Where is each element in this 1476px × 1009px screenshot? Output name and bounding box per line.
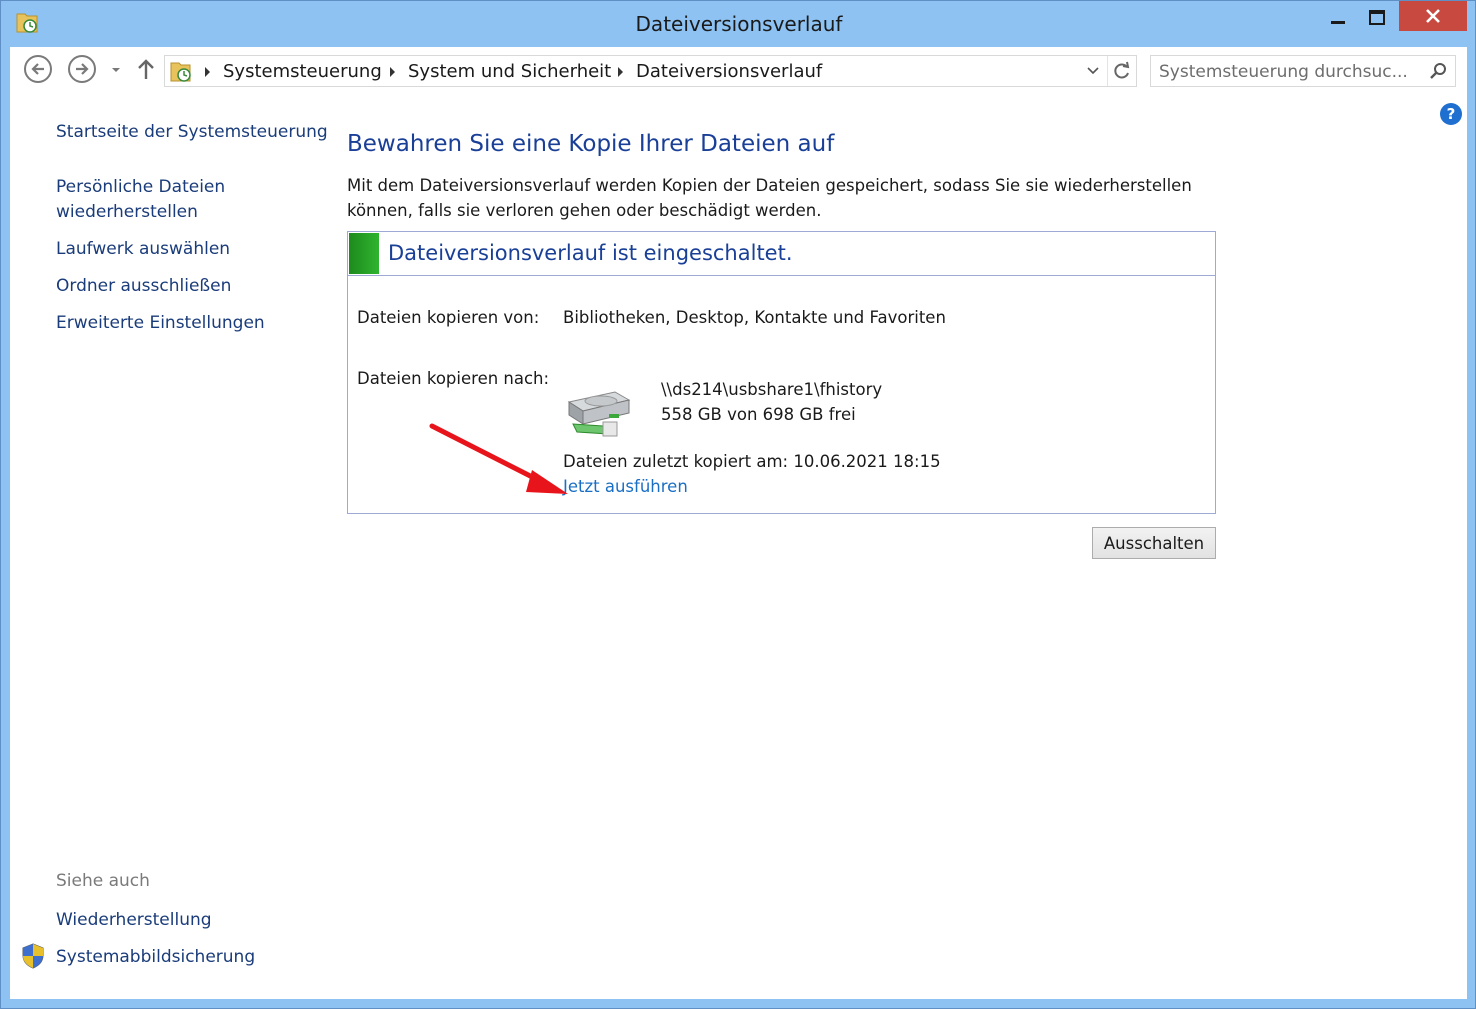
uac-shield-icon (22, 943, 44, 969)
close-icon (1426, 9, 1440, 23)
arrow-left-icon (31, 63, 44, 75)
refresh-icon[interactable] (1112, 61, 1132, 81)
recent-locations-chevron-down-icon[interactable] (111, 66, 121, 74)
sidebar-item-restore-personal-files[interactable]: Persönliche Dateien wiederherstellen (56, 175, 246, 225)
sidebar-item-exclude-folders[interactable]: Ordner ausschließen (56, 274, 231, 299)
status-header: Dateiversionsverlauf ist eingeschaltet. (348, 232, 1215, 276)
forward-button[interactable] (68, 55, 96, 83)
see-also-heading: Siehe auch (56, 871, 150, 891)
navigation-bar: Systemsteuerung System und Sicherheit Da… (10, 47, 1467, 95)
help-icon[interactable]: ? (1440, 103, 1462, 125)
drive-free-space: 558 GB von 698 GB frei (661, 405, 856, 424)
see-also-recovery[interactable]: Wiederherstellung (56, 908, 212, 933)
copy-from-label: Dateien kopieren von: (357, 308, 540, 327)
minimize-button[interactable] (1321, 1, 1355, 33)
file-history-folder-icon (170, 62, 191, 82)
breadcrumb-file-history[interactable]: Dateiversionsverlauf (636, 61, 822, 82)
copy-to-label: Dateien kopieren nach: (357, 369, 550, 388)
arrow-right-icon (76, 63, 89, 75)
breadcrumb-separator-icon[interactable] (618, 67, 623, 77)
breadcrumb-system-security[interactable]: System und Sicherheit (408, 61, 611, 82)
last-copied-timestamp: Dateien zuletzt kopiert am: 10.06.2021 1… (563, 452, 941, 471)
sidebar-item-control-panel-home[interactable]: Startseite der Systemsteuerung (56, 120, 328, 145)
page-title: Bewahren Sie eine Kopie Ihrer Dateien au… (347, 131, 835, 157)
window-title: Dateiversionsverlauf (635, 12, 843, 36)
annotation-arrow-icon (429, 423, 568, 494)
sidebar-item-advanced-settings[interactable]: Erweiterte Einstellungen (56, 311, 265, 336)
copy-from-value: Bibliotheken, Desktop, Kontakte und Favo… (563, 308, 946, 327)
sidebar: Startseite der Systemsteuerung Persönlic… (10, 95, 330, 999)
search-box[interactable] (1150, 55, 1456, 87)
sidebar-item-select-drive[interactable]: Laufwerk auswählen (56, 237, 230, 262)
back-button[interactable] (24, 55, 52, 83)
status-indicator-green (349, 233, 379, 274)
maximize-button[interactable] (1359, 1, 1393, 33)
app-window: Dateiversionsverlauf Systemsteuerung Sys… (0, 0, 1476, 1009)
close-button[interactable] (1399, 1, 1467, 31)
turn-off-button[interactable]: Ausschalten (1092, 527, 1216, 559)
breadcrumb-separator-icon[interactable] (205, 67, 210, 77)
address-history-chevron-down-icon[interactable] (1087, 65, 1099, 77)
breadcrumb-separator-icon[interactable] (390, 67, 395, 77)
title-bar[interactable]: Dateiversionsverlauf (1, 1, 1476, 47)
status-title: Dateiversionsverlauf ist eingeschaltet. (388, 241, 793, 265)
search-input[interactable] (1157, 59, 1421, 85)
address-bar[interactable]: Systemsteuerung System und Sicherheit Da… (164, 55, 1137, 87)
address-divider (1107, 56, 1108, 86)
run-now-link[interactable]: Jetzt ausführen (563, 477, 688, 496)
intro-text: Mit dem Dateiversionsverlauf werden Kopi… (347, 176, 1192, 220)
see-also-system-image-backup[interactable]: Systemabbildsicherung (56, 945, 255, 970)
up-arrow-icon[interactable] (136, 57, 156, 81)
client-area: Systemsteuerung System und Sicherheit Da… (10, 47, 1467, 999)
breadcrumb-control-panel[interactable]: Systemsteuerung (223, 61, 382, 82)
search-icon[interactable] (1428, 61, 1448, 81)
drive-path: \\ds214\usbshare1\fhistory (661, 380, 883, 399)
